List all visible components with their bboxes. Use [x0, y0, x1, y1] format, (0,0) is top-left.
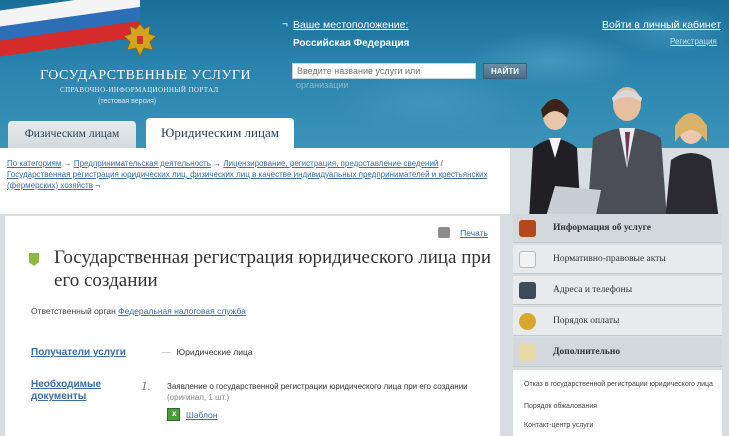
location-value: Российская Федерация	[293, 38, 410, 49]
document-note: (оригинал, 1 шт.)	[167, 393, 230, 402]
search-placeholder-overflow: организации	[296, 80, 349, 90]
business-people-photo	[529, 87, 719, 220]
tab-legal-entities[interactable]: Юридическим лицам	[146, 118, 294, 148]
breadcrumb-separator: /	[440, 159, 443, 168]
service-content: Печать Государственная регистрация юриди…	[5, 216, 500, 436]
briefcase-icon	[519, 220, 536, 237]
responsible-authority: Ответственный орган Федеральная налогова…	[31, 306, 246, 316]
site-test-label: (тестовая версия)	[98, 98, 157, 105]
recipients-value: Юридические лица	[176, 347, 253, 357]
sidebar-item-label: Адреса и телефоны	[553, 285, 633, 295]
sidebar-item-service-info[interactable]: Информация об услуге	[513, 214, 722, 243]
bookmark-icon	[29, 253, 39, 266]
required-documents-label[interactable]: Необходимые документы	[31, 379, 141, 403]
sidebar-item-additional[interactable]: Дополнительно	[513, 338, 722, 367]
excel-file-icon[interactable]	[167, 408, 180, 421]
breadcrumb-separator: →	[213, 159, 224, 168]
page-title: Государственная регистрация юридического…	[54, 247, 492, 291]
phone-icon	[519, 282, 536, 299]
breadcrumb-link[interactable]: По категориям	[7, 159, 61, 168]
responsible-link[interactable]: Федеральная налоговая служба	[118, 306, 246, 316]
coat-of-arms-icon	[123, 23, 157, 57]
print-link[interactable]: Печать	[460, 228, 488, 238]
sidebar-item-addresses[interactable]: Адреса и телефоны	[513, 276, 722, 305]
location-link[interactable]: Ваше местоположение:	[293, 19, 408, 31]
notes-icon	[519, 344, 536, 361]
sidebar-item-label: Информация об услуге	[553, 223, 651, 233]
breadcrumb-separator: →	[63, 159, 74, 168]
search-button[interactable]: НАЙТИ	[483, 63, 527, 79]
sidebar-subitem-refusal[interactable]: Отказ в государственной регистрации юрид…	[524, 380, 714, 389]
coins-icon	[519, 313, 536, 330]
audience-tabs: Физическим лицам Юридическим лицам	[0, 118, 510, 148]
sidebar-item-label: Нормативно-правовые акты	[553, 254, 666, 264]
document-description: Заявление о государственной регистрации …	[167, 381, 487, 403]
sidebar-item-label: Дополнительно	[553, 347, 621, 357]
sidebar-item-label: Порядок оплаты	[553, 316, 620, 326]
sidebar-subitems: Отказ в государственной регистрации юрид…	[513, 370, 722, 436]
breadcrumb-link[interactable]: Государственная регистрация юридических …	[7, 170, 487, 190]
breadcrumb-link[interactable]: Предпринимательская деятельность	[74, 159, 211, 168]
document-title: Заявление о государственной регистрации …	[167, 382, 468, 391]
sidebar-item-legal-acts[interactable]: Нормативно-правовые акты	[513, 245, 722, 274]
printer-icon[interactable]	[438, 227, 450, 238]
breadcrumb-link[interactable]: Лицензирование, регистрация, предоставле…	[223, 159, 438, 168]
sidebar-subitem-contact-center[interactable]: Контакт-центр услуги	[524, 421, 714, 430]
dash-icon: —	[162, 347, 171, 357]
site-title: ГОСУДАРСТВЕННЫЕ УСЛУГИ	[40, 68, 252, 83]
register-link[interactable]: Регистрация	[670, 37, 717, 46]
responsible-label: Ответственный орган	[31, 306, 116, 316]
recipients-value-row: — Юридические лица	[162, 347, 253, 357]
russian-flag-logo	[0, 0, 140, 58]
tab-individuals[interactable]: Физическим лицам	[8, 121, 136, 148]
sidebar-subitem-appeal[interactable]: Порядок обжалования	[524, 402, 714, 411]
template-link[interactable]: Шаблон	[186, 410, 217, 420]
service-sidebar: Информация об услуге Нормативно-правовые…	[513, 214, 722, 436]
login-link[interactable]: Войти в личный кабинет	[602, 19, 721, 31]
document-icon	[519, 251, 536, 268]
location-arrow-icon: ¬	[282, 19, 288, 30]
recipients-label[interactable]: Получатели услуги	[31, 347, 126, 359]
breadcrumb-more-icon[interactable]: ¬	[95, 181, 100, 190]
search-input[interactable]	[292, 63, 476, 79]
document-number: 1.	[141, 378, 151, 393]
sidebar-item-payment[interactable]: Порядок оплаты	[513, 307, 722, 336]
site-subtitle: СПРАВОЧНО-ИНФОРМАЦИОННЫЙ ПОРТАЛ	[60, 86, 219, 94]
breadcrumb: По категориям → Предпринимательская деят…	[0, 148, 510, 214]
